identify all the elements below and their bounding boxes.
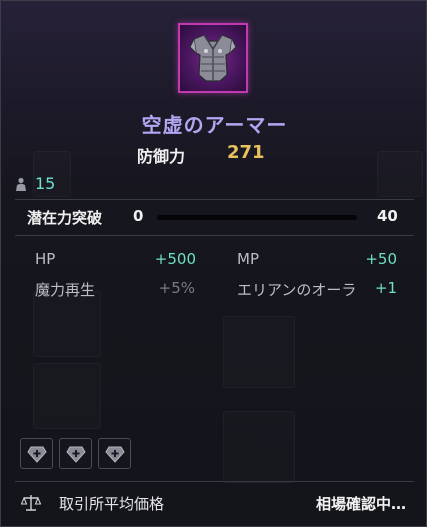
main-stat-label: 防御力 bbox=[137, 147, 186, 166]
main-stat-row: 防御力 271 bbox=[1, 142, 427, 166]
option-value-hp: +500 bbox=[154, 250, 196, 268]
potential-min: 0 bbox=[133, 207, 144, 225]
market-price-status: 相場確認中… bbox=[315, 495, 406, 513]
option-label-mana-regen: 魔力再生 bbox=[35, 281, 96, 299]
item-icon bbox=[178, 23, 248, 93]
background-slot bbox=[33, 363, 101, 429]
divider bbox=[15, 481, 414, 482]
gem-socket-2[interactable] bbox=[59, 438, 92, 469]
main-stat-value: 271 bbox=[227, 142, 265, 163]
gem-plus-icon bbox=[66, 446, 86, 463]
gem-plus-icon bbox=[27, 446, 47, 463]
option-value-mana-regen: +5% bbox=[158, 279, 195, 297]
potential-max: 40 bbox=[377, 207, 398, 225]
option-label-hp: HP bbox=[35, 250, 56, 268]
person-icon bbox=[16, 177, 26, 191]
potential-progress-bar bbox=[157, 215, 357, 220]
scales-icon bbox=[21, 495, 41, 511]
option-label-mp: MP bbox=[237, 250, 259, 268]
gem-socket-1[interactable] bbox=[20, 438, 53, 469]
exchange-average-price-label: 取引所平均価格 bbox=[59, 495, 165, 513]
divider bbox=[15, 199, 414, 200]
item-tooltip: 空虚のアーマー 防御力 271 15 潜在力突破 0 40 HP +500 MP… bbox=[0, 0, 427, 527]
gem-socket-3[interactable] bbox=[98, 438, 131, 469]
background-slot bbox=[223, 411, 295, 483]
potential-label: 潜在力突破 bbox=[27, 209, 103, 227]
background-slot bbox=[33, 291, 101, 357]
background-slot bbox=[223, 316, 295, 388]
option-label-elian-aura: エリアンのオーラ bbox=[237, 281, 357, 299]
gem-plus-icon bbox=[105, 446, 125, 463]
option-value-elian-aura: +1 bbox=[374, 279, 397, 297]
option-value-mp: +50 bbox=[365, 250, 397, 268]
divider bbox=[15, 235, 414, 236]
level-requirement-value: 15 bbox=[35, 174, 56, 193]
potential-breakthrough: 潜在力突破 0 40 bbox=[21, 206, 411, 228]
item-name: 空虚のアーマー bbox=[141, 113, 288, 137]
armor-icon bbox=[189, 34, 237, 82]
